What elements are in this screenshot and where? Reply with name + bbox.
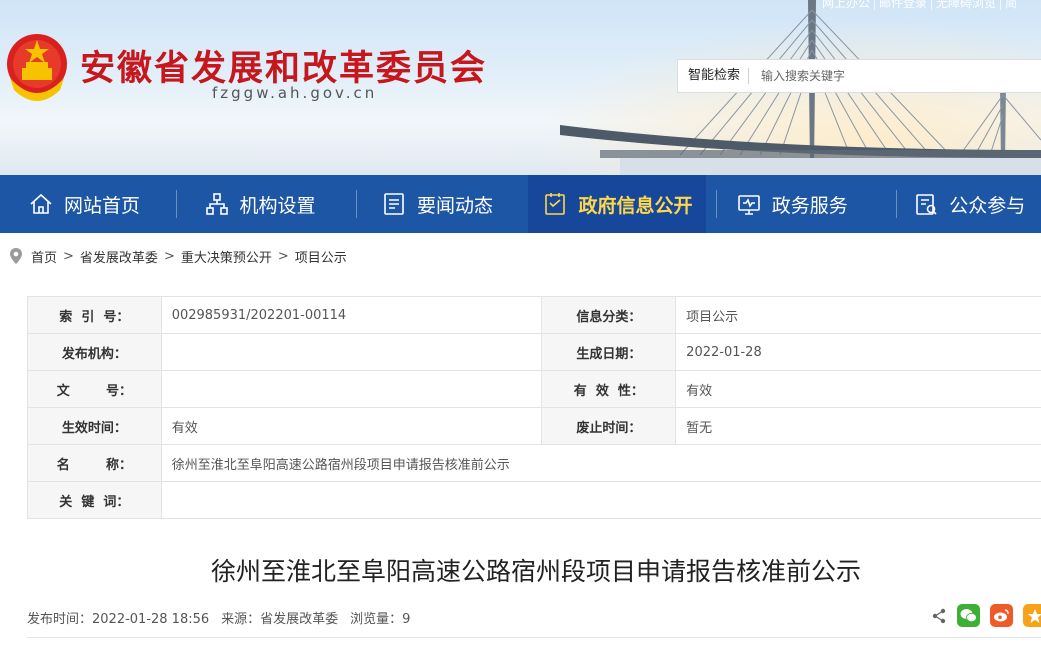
article-title: 徐州至淮北至阜阳高速公路宿州段项目申请报告核准前公示 bbox=[210, 557, 861, 586]
nav-item-home-label: 网站首页 bbox=[64, 194, 141, 217]
wechat-share-icon[interactable] bbox=[957, 604, 980, 627]
breadcrumb-separator: > bbox=[163, 248, 175, 264]
top-link-mail-login[interactable]: 邮件登录 bbox=[874, 0, 931, 10]
org-icon bbox=[205, 193, 228, 215]
site-header: 安徽省发展和改革委员会 fzggw.ah.gov.cn 网上办公 邮件登录 无障… bbox=[0, 0, 1041, 175]
monitor-icon bbox=[737, 195, 760, 215]
breadcrumb-separator: > bbox=[63, 248, 74, 264]
table-row: 生效时间： 有效 废止时间： 暂无 bbox=[27, 407, 1041, 445]
nav-divider bbox=[716, 190, 717, 218]
info-icon bbox=[545, 193, 566, 215]
meta-docno-label: 文 号： bbox=[27, 370, 162, 408]
divider bbox=[27, 637, 1041, 638]
breadcrumb-project-notice[interactable]: 项目公示 bbox=[295, 247, 347, 266]
article-info-bar: 发布时间：2022-01-28 18:56 来源：省发展改革委 浏览量：9 bbox=[27, 608, 410, 627]
meta-expire-value: 暂无 bbox=[675, 407, 1041, 445]
nav-item-info-disclosure[interactable]: 政府信息公开 bbox=[528, 175, 706, 233]
table-row: 文 号： 有 效 性： 有效 bbox=[27, 370, 1041, 408]
meta-index-label: 索 引 号： bbox=[27, 296, 162, 334]
meta-created-label: 生成日期： bbox=[541, 333, 677, 371]
meta-category-value: 项目公示 bbox=[675, 296, 1041, 334]
qzone-share-icon[interactable] bbox=[1023, 604, 1041, 627]
share-icon[interactable] bbox=[931, 608, 947, 624]
meta-docno-value bbox=[160, 370, 543, 408]
nav-item-org-label: 机构设置 bbox=[239, 194, 316, 217]
meta-keywords-value bbox=[160, 481, 1041, 519]
nav-item-news-label: 要闻动态 bbox=[417, 194, 494, 217]
table-row: 关 键 词： bbox=[27, 481, 1041, 519]
meta-index-value: 002985931/202201-00114 bbox=[160, 296, 543, 334]
breadcrumb-home[interactable]: 首页 bbox=[31, 247, 57, 266]
meta-publisher-label: 发布机构： bbox=[27, 333, 162, 371]
nav-divider bbox=[176, 190, 177, 218]
meta-created-value: 2022-01-28 bbox=[675, 333, 1041, 371]
search-box: 智能检索 bbox=[677, 59, 1041, 93]
nav-item-org[interactable]: 机构设置 bbox=[174, 175, 351, 233]
meta-effective-value: 有效 bbox=[160, 407, 543, 445]
nav-item-services[interactable]: 政务服务 bbox=[706, 175, 883, 233]
weibo-share-icon[interactable] bbox=[990, 604, 1013, 627]
top-link-accessibility[interactable]: 无障碍浏览 bbox=[931, 0, 1000, 10]
top-link-simplified[interactable]: 简 bbox=[1000, 0, 1021, 10]
article-source: 来源：省发展改革委 bbox=[221, 612, 339, 627]
nav-item-news[interactable]: 要闻动态 bbox=[351, 175, 528, 233]
participate-icon bbox=[916, 194, 937, 215]
meta-name-value: 徐州至淮北至阜阳高速公路宿州段项目申请报告核准前公示 bbox=[160, 444, 1041, 482]
home-icon bbox=[30, 193, 52, 214]
table-row: 索 引 号： 002985931/202201-00114 信息分类： 项目公示 bbox=[27, 296, 1041, 334]
meta-publisher-value bbox=[160, 333, 543, 371]
nav-item-services-label: 政务服务 bbox=[771, 194, 848, 217]
nav-divider bbox=[896, 190, 897, 218]
meta-effective-label: 生效时间： bbox=[27, 407, 162, 445]
news-icon bbox=[384, 193, 404, 215]
main-nav: 网站首页 机构设置 要闻动态 政府信息公开 政务服务 公众参与 bbox=[0, 175, 1041, 233]
meta-expire-label: 废止时间： bbox=[541, 407, 677, 445]
nav-item-participate[interactable]: 公众参与 bbox=[883, 175, 1041, 233]
nav-item-info-disclosure-label: 政府信息公开 bbox=[578, 194, 693, 217]
publish-time: 发布时间：2022-01-28 18:56 bbox=[27, 612, 210, 627]
meta-keywords-label: 关 键 词： bbox=[27, 481, 162, 519]
breadcrumb: 首页 > 省发展改革委 > 重大决策预公开 > 项目公示 bbox=[9, 246, 347, 266]
meta-category-label: 信息分类： bbox=[541, 296, 677, 334]
nav-divider bbox=[356, 190, 357, 218]
breadcrumb-separator: > bbox=[277, 248, 289, 264]
nav-item-home[interactable]: 网站首页 bbox=[0, 175, 174, 233]
document-meta-table: 索 引 号： 002985931/202201-00114 信息分类： 项目公示… bbox=[27, 296, 1041, 519]
search-label[interactable]: 智能检索 bbox=[678, 68, 750, 84]
search-input[interactable] bbox=[749, 69, 1010, 83]
meta-validity-value: 有效 bbox=[675, 370, 1041, 408]
nav-item-participate-label: 公众参与 bbox=[949, 194, 1026, 217]
breadcrumb-commission[interactable]: 省发展改革委 bbox=[80, 247, 158, 266]
top-link-online-office[interactable]: 网上办公 bbox=[818, 0, 874, 10]
top-links: 网上办公 邮件登录 无障碍浏览 简 bbox=[818, 0, 1021, 10]
location-pin-icon bbox=[10, 248, 22, 264]
share-bar bbox=[931, 604, 1041, 627]
site-domain: fzggw.ah.gov.cn bbox=[212, 84, 378, 102]
meta-validity-label: 有 效 性： bbox=[541, 370, 677, 408]
national-emblem-icon bbox=[7, 34, 67, 101]
view-count: 浏览量：9 bbox=[350, 612, 411, 627]
table-row: 名 称： 徐州至淮北至阜阳高速公路宿州段项目申请报告核准前公示 bbox=[27, 444, 1041, 482]
breadcrumb-decision-preview[interactable]: 重大决策预公开 bbox=[181, 247, 272, 266]
table-row: 发布机构： 生成日期： 2022-01-28 bbox=[27, 333, 1041, 371]
meta-name-label: 名 称： bbox=[27, 444, 162, 482]
